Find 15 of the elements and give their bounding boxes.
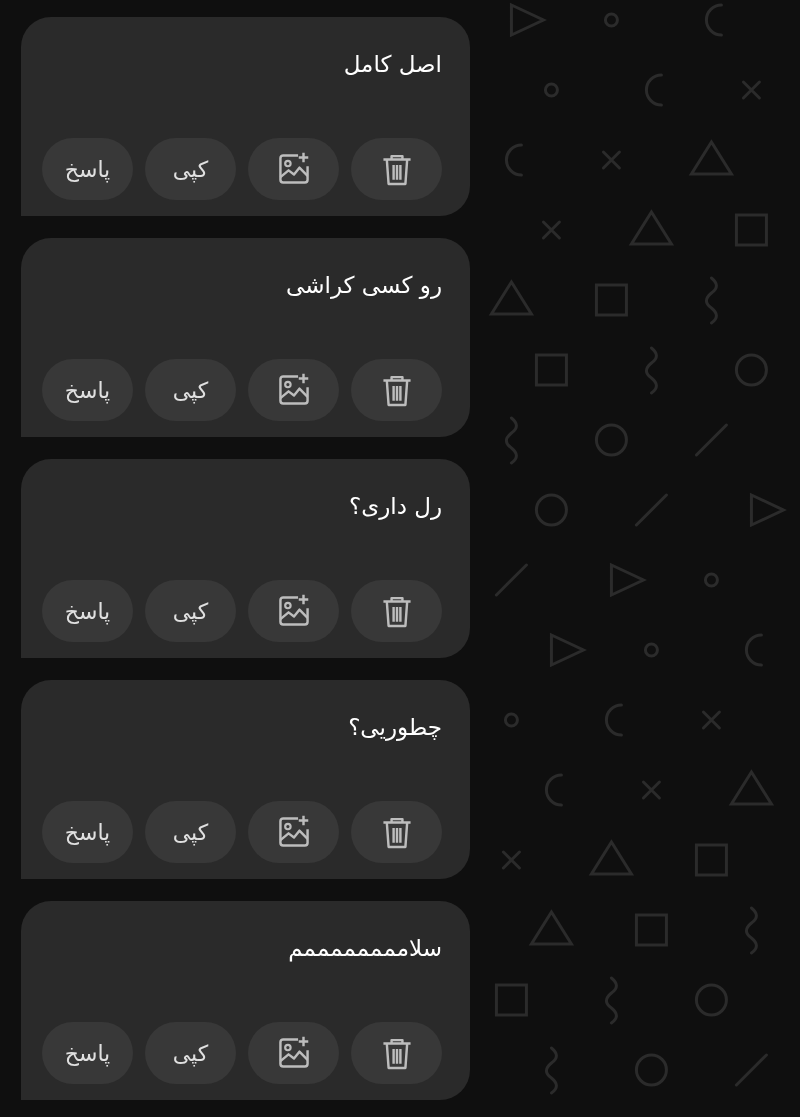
message-text: اصل کامل <box>343 50 442 79</box>
action-button[interactable]: کپی <box>145 359 236 421</box>
action-button[interactable]: کپی <box>145 138 236 200</box>
action-button[interactable]: کپی <box>145 801 236 863</box>
message-text: رل داری؟ <box>348 492 442 522</box>
action-button[interactable]: کپی <box>145 1022 236 1084</box>
message-text: سلاممممممممم <box>288 934 442 964</box>
message-text: رو کسی کراشی <box>286 271 442 301</box>
action-button[interactable]: پاسخ <box>42 801 133 863</box>
action-button[interactable]: پاسخ <box>42 1022 133 1084</box>
action-button[interactable]: پاسخ <box>42 580 133 642</box>
action-button[interactable]: کپی <box>145 580 236 642</box>
message-text: چطوریی؟ <box>348 713 442 743</box>
action-button[interactable]: پاسخ <box>42 359 133 421</box>
action-button[interactable]: پاسخ <box>42 138 133 200</box>
